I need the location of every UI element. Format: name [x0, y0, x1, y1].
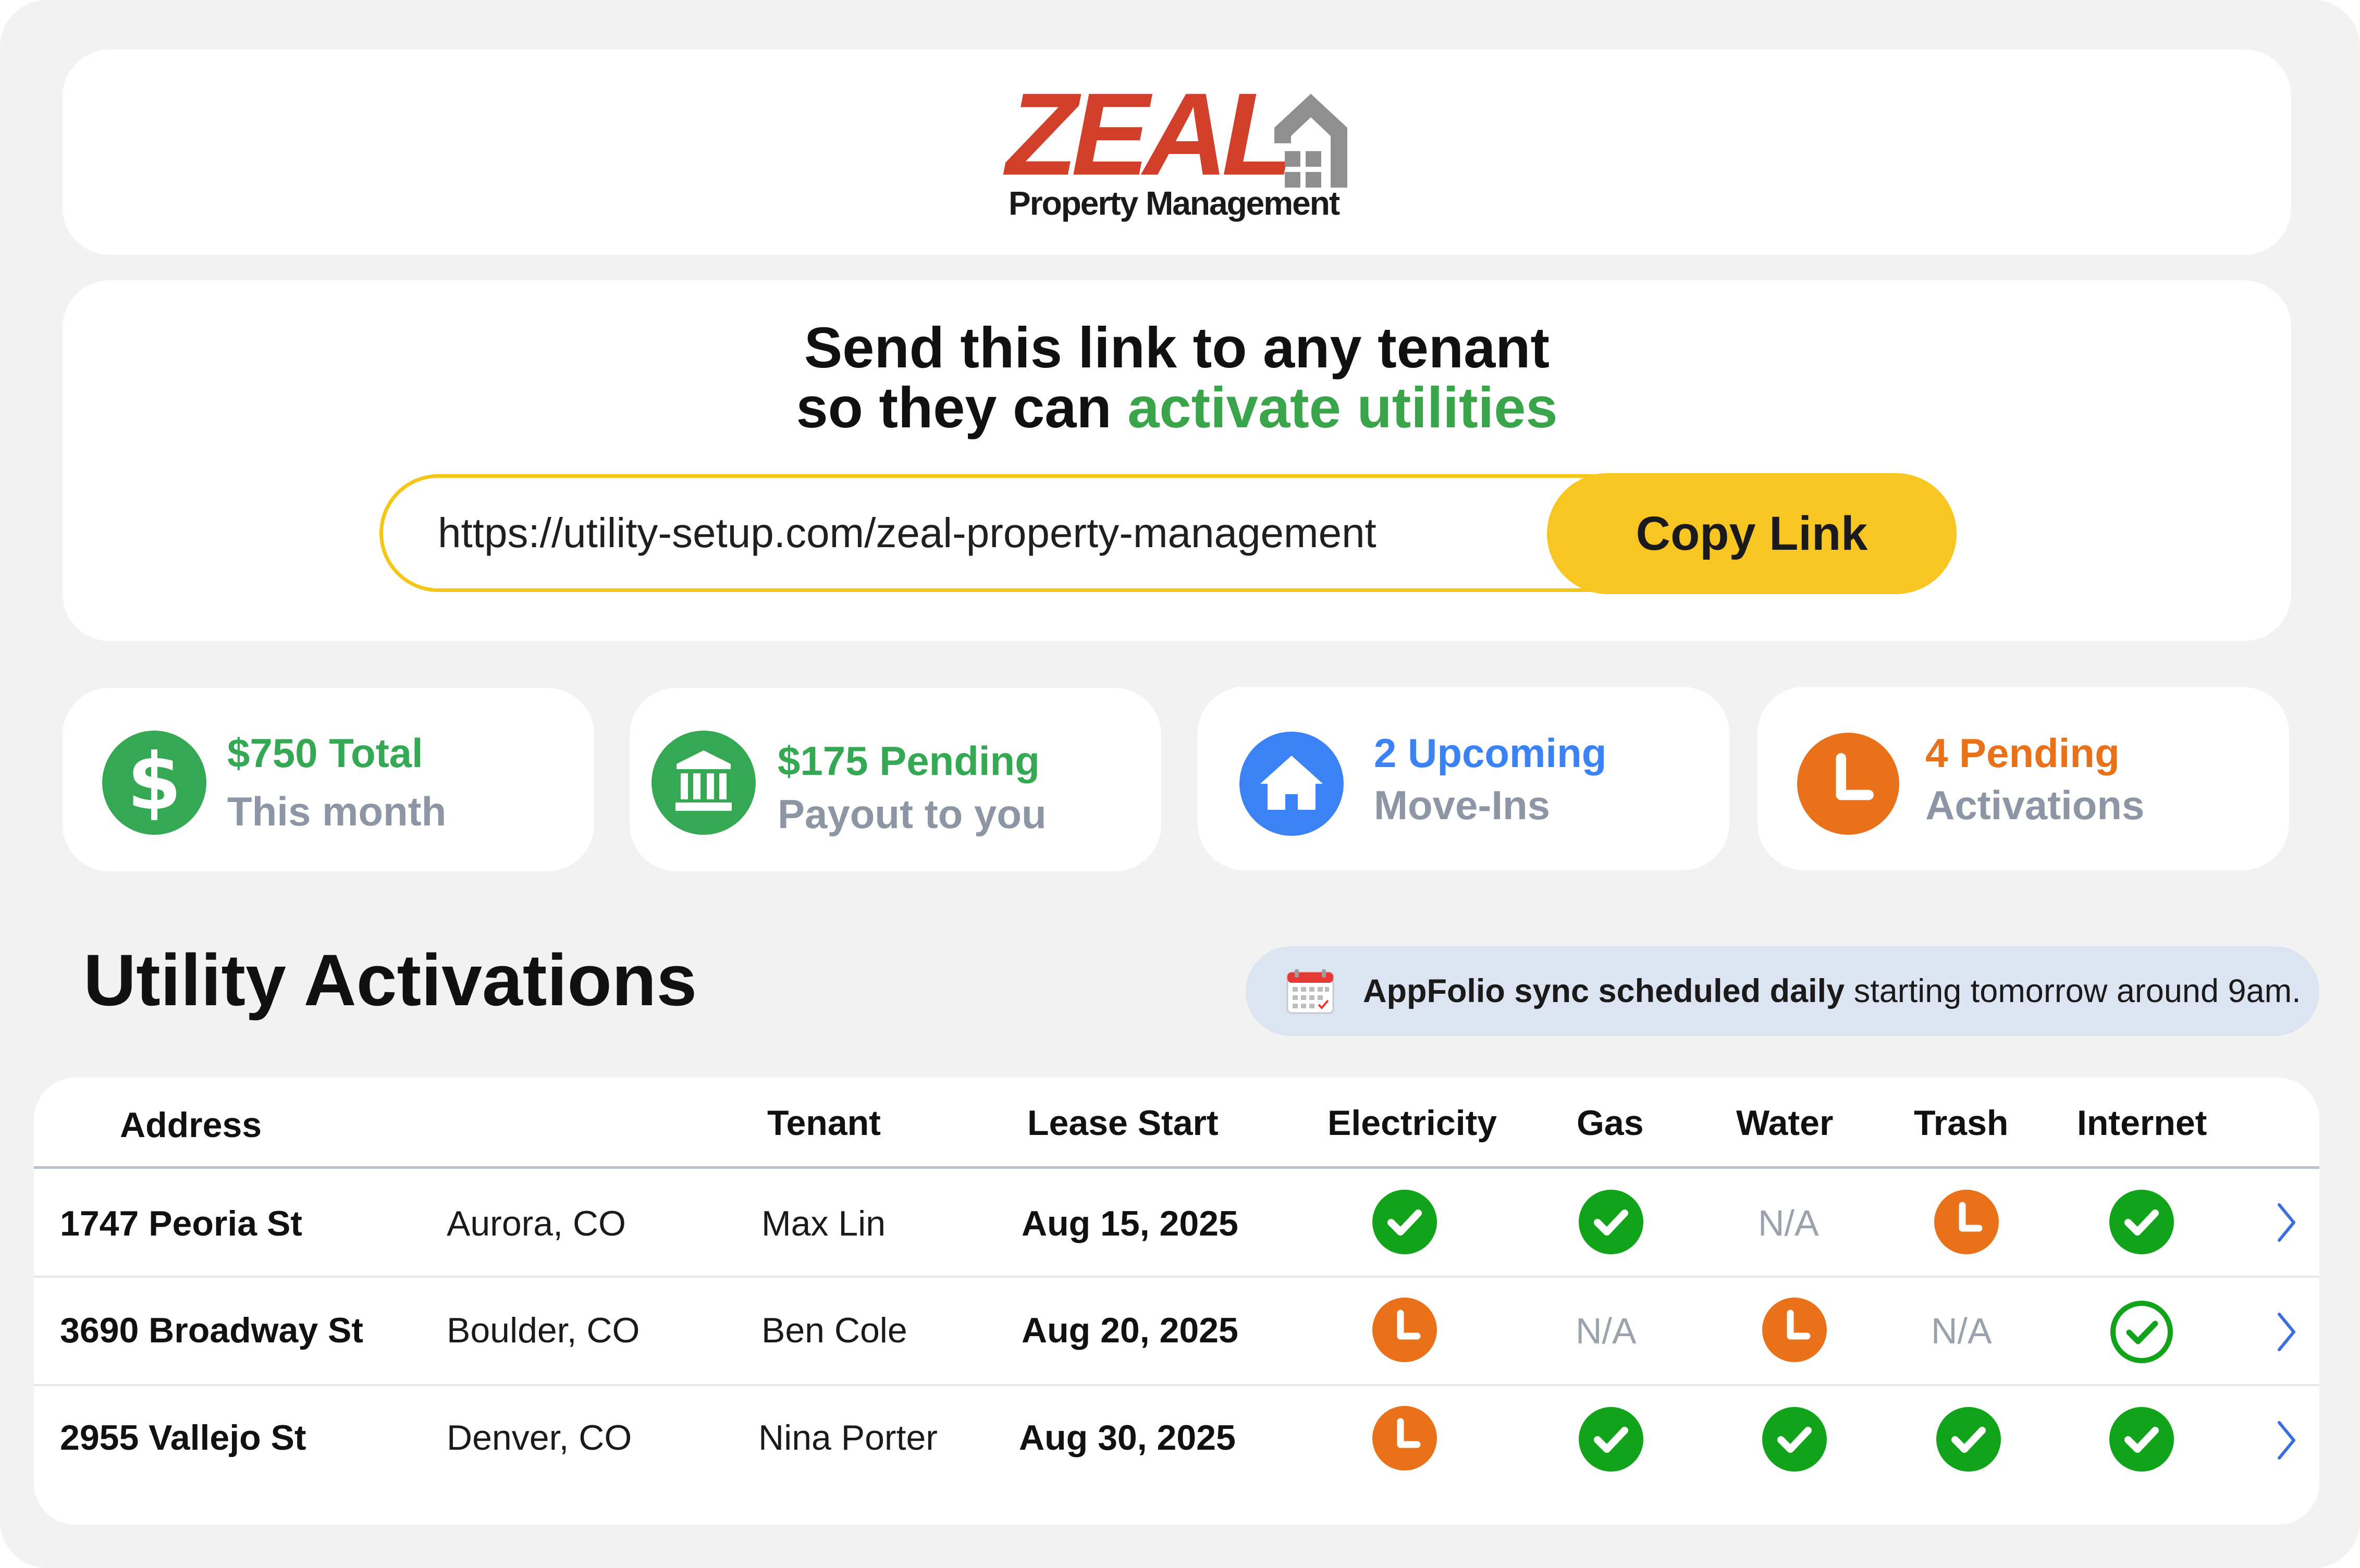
headline-line-1: Send this link to any tenant	[804, 316, 1550, 380]
sync-text-bold: AppFolio sync scheduled daily	[1363, 973, 1845, 1009]
electricity-pending-icon	[1372, 1298, 1437, 1362]
gas-active-icon	[1579, 1407, 1643, 1472]
trash-na: N/A	[1931, 1311, 1992, 1351]
row-address: 2955 Vallejo St	[60, 1418, 306, 1458]
stat-card-payout: $175 Pending Payout to you	[630, 688, 1161, 871]
brand-logo-wordmark: ZEAL	[1006, 68, 1293, 200]
col-header-electricity[interactable]: Electricity	[1328, 1103, 1497, 1143]
table-row[interactable]: 3690 Broadway St Boulder, CO Ben Cole Au…	[34, 1278, 2319, 1384]
col-header-water[interactable]: Water	[1736, 1103, 1833, 1143]
internet-confirmed-icon	[2110, 1301, 2173, 1363]
stat-card-total: $ $750 Total This month	[63, 688, 594, 871]
gas-na: N/A	[1576, 1311, 1637, 1351]
brand-subtitle: Property Management	[1009, 184, 1340, 222]
table-row[interactable]: 1747 Peoria St Aurora, CO Max Lin Aug 15…	[34, 1169, 2319, 1276]
copy-link-button[interactable]: Copy Link	[1547, 473, 1957, 594]
sync-text: AppFolio sync scheduled daily starting t…	[1363, 946, 2301, 1036]
sync-banner: AppFolio sync scheduled daily starting t…	[1246, 946, 2319, 1036]
col-header-address[interactable]: Address	[120, 1105, 262, 1145]
bank-icon	[652, 731, 756, 835]
share-headline: Send this link to any tenant so they can…	[63, 318, 2291, 438]
headline-prefix: so they can	[796, 376, 1128, 440]
row-tenant: Ben Cole	[761, 1311, 907, 1350]
stat-value-payout: $175 Pending	[778, 738, 1040, 784]
row-city: Boulder, CO	[447, 1311, 640, 1350]
row-address: 3690 Broadway St	[60, 1311, 364, 1350]
stat-label-move-ins: Move-Ins	[1374, 782, 1551, 828]
row-lease-start: Aug 20, 2025	[1022, 1311, 1238, 1350]
trash-pending-icon	[1934, 1190, 1999, 1254]
headline-line-2: so they can activate utilities	[63, 378, 2291, 438]
row-lease-start: Aug 15, 2025	[1022, 1204, 1238, 1243]
col-header-trash[interactable]: Trash	[1914, 1103, 2008, 1143]
row-lease-start: Aug 30, 2025	[1019, 1418, 1236, 1458]
col-header-gas[interactable]: Gas	[1577, 1103, 1644, 1143]
col-header-tenant[interactable]: Tenant	[767, 1103, 881, 1143]
water-active-icon	[1762, 1407, 1827, 1472]
home-icon	[1239, 732, 1344, 836]
row-address: 1747 Peoria St	[60, 1204, 302, 1243]
row-city: Aurora, CO	[447, 1204, 626, 1243]
svg-text:$: $	[127, 737, 181, 828]
activations-table: Address Tenant Lease Start Electricity G…	[34, 1078, 2319, 1525]
internet-active-icon	[2109, 1407, 2174, 1472]
row-tenant: Nina Porter	[758, 1418, 938, 1458]
headline-accent: activate utilities	[1127, 376, 1558, 440]
dollar-icon: $	[102, 731, 206, 835]
stat-card-activations: 4 Pending Activations	[1757, 687, 2289, 870]
trash-active-icon	[1936, 1407, 2001, 1472]
internet-active-icon	[2109, 1190, 2174, 1254]
sync-text-rest: starting tomorrow around 9am.	[1845, 973, 2301, 1009]
row-tenant: Max Lin	[761, 1204, 886, 1243]
stat-value-move-ins: 2 Upcoming	[1374, 730, 1607, 776]
gas-active-icon	[1579, 1190, 1643, 1254]
chevron-right-icon[interactable]	[2275, 1311, 2298, 1353]
stat-card-move-ins: 2 Upcoming Move-Ins	[1198, 687, 1729, 870]
section-title: Utility Activations	[83, 939, 697, 1021]
row-city: Denver, CO	[447, 1418, 632, 1458]
col-header-internet[interactable]: Internet	[2077, 1103, 2207, 1143]
water-na: N/A	[1758, 1203, 1819, 1243]
stat-value-total: $750 Total	[227, 730, 423, 776]
share-url-text[interactable]: https://utility-setup.com/zeal-property-…	[438, 478, 1376, 588]
house-logo-icon	[1274, 94, 1347, 188]
clock-icon	[1797, 733, 1899, 835]
electricity-pending-icon	[1372, 1406, 1437, 1471]
stat-label-activations: Activations	[1925, 782, 2145, 828]
stat-label-payout: Payout to you	[778, 791, 1047, 837]
electricity-active-icon	[1372, 1190, 1437, 1254]
stat-label-total: This month	[227, 788, 447, 834]
chevron-right-icon[interactable]	[2275, 1419, 2298, 1461]
table-row[interactable]: 2955 Vallejo St Denver, CO Nina Porter A…	[34, 1386, 2319, 1493]
col-header-lease-start[interactable]: Lease Start	[1027, 1103, 1219, 1143]
calendar-icon	[1286, 969, 1334, 1014]
chevron-right-icon[interactable]	[2275, 1202, 2298, 1243]
stat-value-activations: 4 Pending	[1925, 730, 2120, 776]
water-pending-icon	[1762, 1298, 1827, 1362]
dashboard: ZEAL Property Management Send this link …	[0, 0, 2360, 1568]
